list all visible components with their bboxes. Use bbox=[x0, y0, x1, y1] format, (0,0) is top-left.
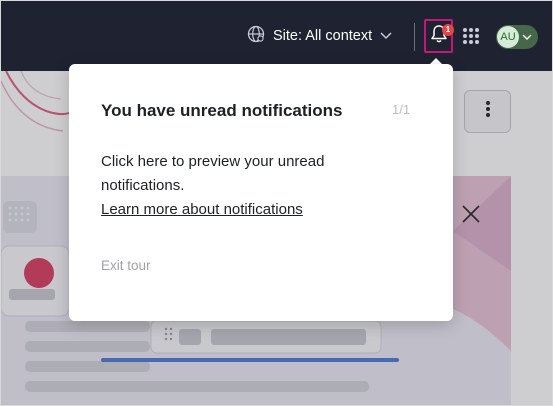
site-selector[interactable]: Site: All context bbox=[247, 25, 392, 47]
tour-popover: You have unread notifications 1/1 Click … bbox=[69, 64, 453, 321]
top-navbar: Site: All context 1 AU bbox=[1, 1, 552, 71]
avatar: AU bbox=[497, 26, 519, 48]
navbar-divider bbox=[414, 23, 415, 51]
exit-tour-button[interactable]: Exit tour bbox=[101, 258, 151, 273]
site-selector-label: Site: All context bbox=[273, 28, 373, 44]
learn-more-link[interactable]: Learn more about notifications bbox=[101, 201, 303, 218]
notifications-button[interactable]: 1 bbox=[424, 19, 454, 53]
apps-grid-icon[interactable] bbox=[462, 27, 480, 45]
app-window: Site: All context 1 AU You have unread n… bbox=[0, 0, 553, 406]
tour-body-text: Click here to preview your unread notifi… bbox=[101, 153, 325, 194]
chevron-down-icon bbox=[380, 27, 392, 45]
tour-body: Click here to preview your unread notifi… bbox=[101, 150, 401, 222]
tour-step-counter: 1/1 bbox=[392, 102, 411, 117]
notification-count-badge: 1 bbox=[442, 24, 454, 36]
tour-title: You have unread notifications bbox=[101, 101, 343, 120]
user-menu[interactable]: AU bbox=[496, 25, 538, 49]
globe-icon bbox=[247, 25, 265, 48]
chevron-down-icon bbox=[522, 28, 532, 46]
